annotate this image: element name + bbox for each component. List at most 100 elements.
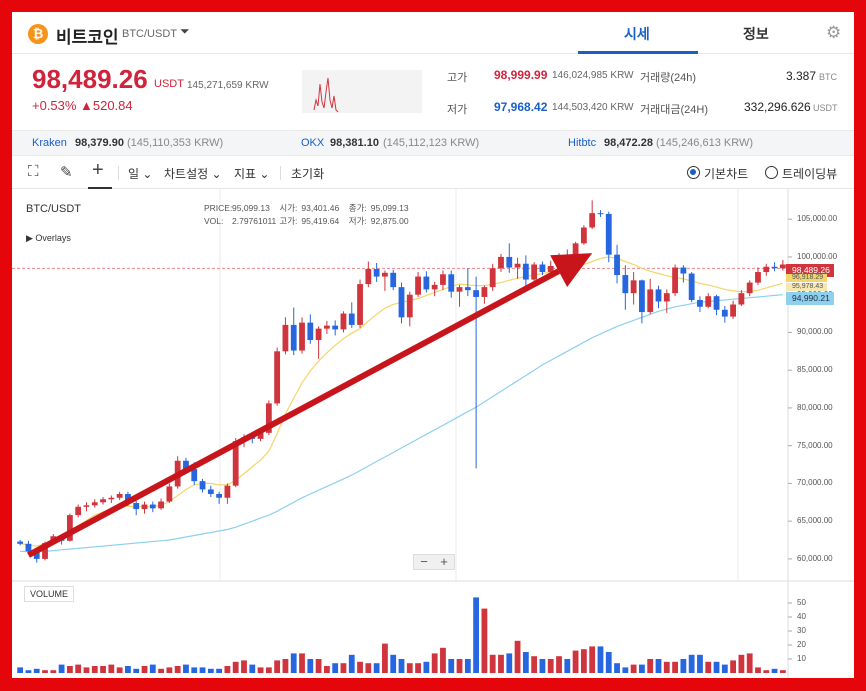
- candle-body: [655, 289, 662, 302]
- chart-toolbar: ⛶ ✎ + 일 ⌄ 차트설정 ⌄ 지표 ⌄ 초기화 기본차트 트레이딩뷰: [12, 157, 854, 189]
- moving-average-long: [20, 294, 783, 552]
- toolbar-divider: [280, 166, 281, 180]
- low-label: 저가: [447, 104, 468, 116]
- candle-body: [697, 299, 703, 307]
- volume-24h-value: 3.387: [786, 69, 817, 83]
- candle-body: [365, 269, 372, 285]
- volume-bar: [373, 663, 380, 673]
- price-krw: 145,271,659 KRW: [187, 80, 269, 91]
- tab-price[interactable]: 시세: [624, 24, 650, 44]
- volume-bar: [663, 661, 670, 673]
- volume-bar: [224, 666, 231, 673]
- exchange-name[interactable]: Hitbtc: [568, 137, 596, 149]
- gear-icon[interactable]: ⚙: [826, 23, 841, 43]
- high-label: 고가: [447, 72, 468, 84]
- price-tick-label: 60,000.00: [797, 553, 833, 563]
- volume-tick-label: 10: [797, 654, 806, 663]
- interval-dropdown[interactable]: 일 ⌄: [128, 165, 152, 182]
- candle-body: [108, 497, 115, 500]
- volume-bar: [348, 654, 355, 673]
- candle-body: [116, 493, 123, 498]
- candle-body: [348, 313, 355, 325]
- indicators-dropdown[interactable]: 지표 ⌄: [234, 165, 269, 182]
- candle-body: [506, 256, 513, 268]
- volume-bar: [713, 661, 720, 673]
- candle-body: [307, 322, 314, 340]
- crosshair-icon[interactable]: +: [92, 159, 104, 182]
- volume-bar: [564, 659, 571, 673]
- volume-bar: [340, 663, 347, 673]
- tradingview-label[interactable]: 트레이딩뷰: [782, 165, 837, 182]
- candle-body: [514, 263, 521, 268]
- fullscreen-icon[interactable]: ⛶: [28, 163, 39, 180]
- volume-bar: [473, 597, 480, 673]
- volume-bar: [133, 668, 140, 673]
- candle-body: [199, 481, 206, 490]
- volume-bar: [33, 668, 40, 673]
- volume-bar: [746, 653, 753, 673]
- price-tick-label: 90,000.00: [797, 327, 833, 337]
- volume-bar: [166, 667, 173, 673]
- candle-body: [149, 504, 156, 509]
- price-chart[interactable]: BTC/USDT ▶ Overlays PRICE:95,099.13 시가: 9…: [12, 189, 854, 678]
- chevron-down-icon[interactable]: ⏷: [180, 24, 190, 39]
- volume-bar: [274, 660, 281, 673]
- volume-bar: [75, 664, 82, 673]
- candlestick-chart[interactable]: [12, 189, 854, 678]
- candle-body: [166, 486, 173, 502]
- current-price: 98,489.26: [32, 64, 148, 94]
- volume-bar: [630, 664, 637, 673]
- volume-bar: [290, 653, 297, 673]
- exchange-name[interactable]: OKX: [301, 137, 324, 149]
- candle-body: [158, 501, 164, 509]
- coin-name[interactable]: 비트코인: [56, 23, 119, 48]
- volume-bar: [398, 659, 405, 673]
- volume-bar: [688, 654, 695, 673]
- volume-bar: [647, 659, 654, 673]
- price-tick-label: 105,000.00: [797, 214, 838, 224]
- volume-bar: [514, 640, 521, 673]
- zoom-in-button[interactable]: +: [434, 555, 454, 569]
- volume-bar: [315, 659, 322, 673]
- candle-body: [25, 543, 32, 552]
- basic-chart-radio[interactable]: [687, 166, 700, 179]
- volume-bar: [531, 656, 538, 673]
- volume-bar: [299, 653, 305, 673]
- volume-pane-label: VOLUME: [24, 586, 75, 602]
- candle-body: [597, 213, 604, 215]
- candle-body: [299, 322, 305, 351]
- volume-bar: [431, 653, 438, 673]
- volume-24h-label: 거래량(24h): [640, 72, 697, 84]
- candle-body: [481, 287, 488, 297]
- zoom-out-button[interactable]: −: [414, 555, 434, 569]
- exchange-name[interactable]: Kraken: [32, 137, 67, 149]
- chart-symbol: BTC/USDT: [26, 203, 81, 215]
- candle-body: [473, 290, 480, 297]
- toolbar-divider: [118, 166, 119, 180]
- candle-body: [216, 493, 223, 498]
- candle-body: [332, 325, 339, 330]
- volume-bar: [249, 664, 256, 673]
- candle-body: [705, 296, 712, 307]
- volume-bar: [680, 659, 687, 673]
- tradingview-radio[interactable]: [765, 166, 778, 179]
- candle-body: [605, 213, 612, 255]
- coin-pair[interactable]: BTC/USDT: [122, 28, 177, 40]
- candle-body: [423, 276, 430, 290]
- candle-body: [755, 272, 761, 283]
- candle-body: [315, 328, 322, 340]
- reset-button[interactable]: 초기화: [291, 165, 324, 182]
- overlays-toggle[interactable]: ▶ Overlays: [26, 233, 71, 244]
- pencil-icon[interactable]: ✎: [60, 163, 73, 181]
- ma-mid-tag: 95,978.43: [786, 283, 828, 291]
- candle-body: [580, 227, 587, 244]
- candle-body: [290, 324, 297, 351]
- price-unit: USDT: [154, 78, 184, 90]
- candle-body: [390, 272, 397, 288]
- volume-bar: [556, 656, 562, 673]
- chart-settings-dropdown[interactable]: 차트설정 ⌄: [164, 165, 222, 182]
- candle-body: [141, 504, 148, 510]
- tab-info[interactable]: 정보: [743, 24, 769, 44]
- ma-long-tag: 94,990.21: [786, 292, 834, 305]
- basic-chart-label[interactable]: 기본차트: [704, 165, 748, 182]
